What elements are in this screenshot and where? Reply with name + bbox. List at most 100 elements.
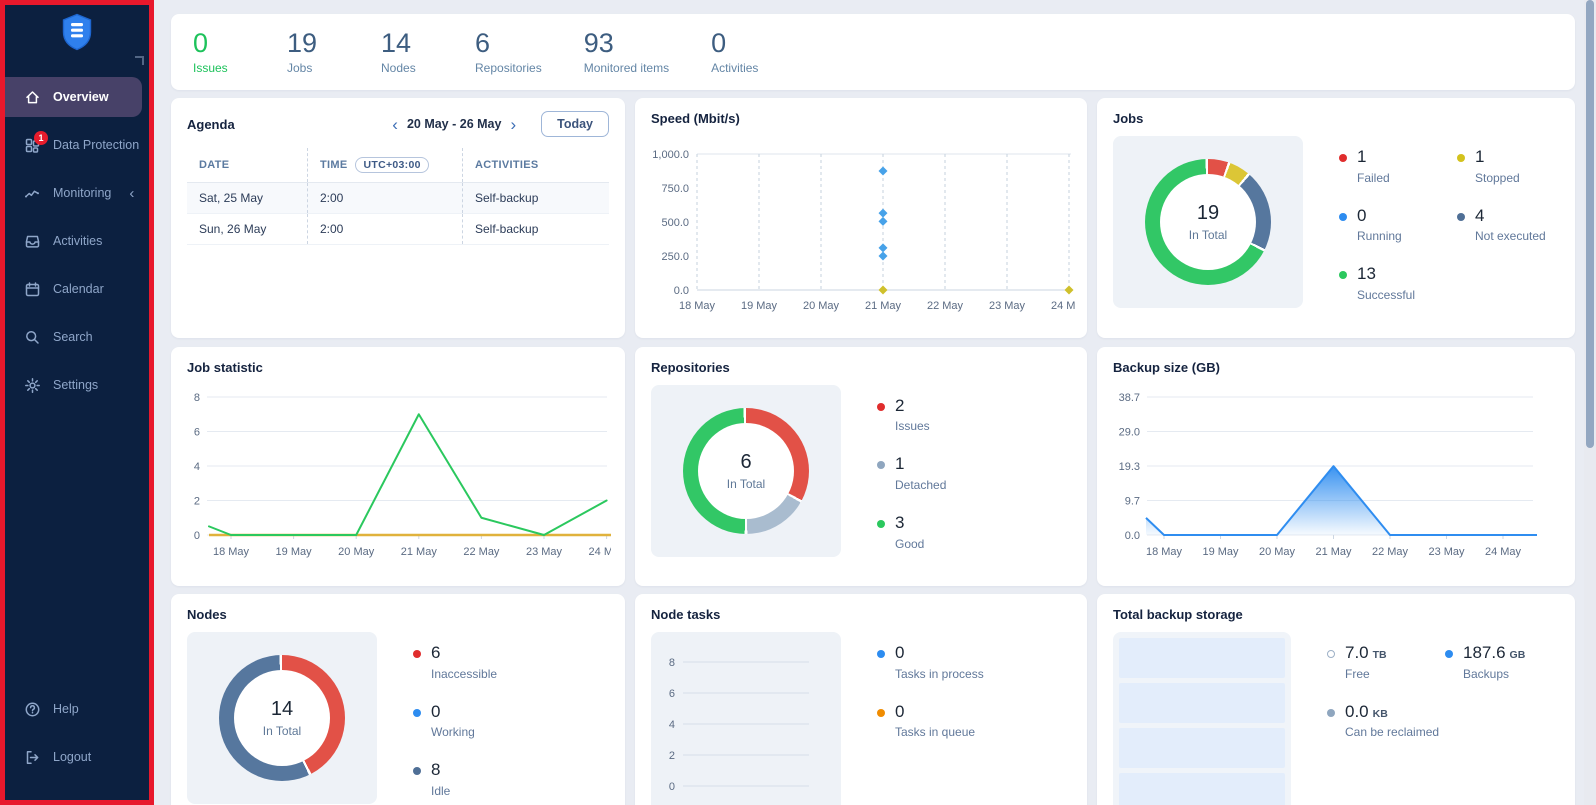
legend-dot-icon [413,650,421,658]
legend-label: Good [895,537,924,551]
sidebar-item-label: Activities [53,234,102,248]
svg-text:2: 2 [194,495,200,507]
legend-entry-tasks-in-queue: 0Tasks in queue [877,703,984,740]
legend-dot-icon [413,767,421,775]
node-tasks-chart: 86420 [651,632,841,805]
sidebar-item-activities[interactable]: Activities [0,221,154,261]
svg-text:18 May: 18 May [213,546,250,558]
svg-text:24 May: 24 May [589,546,611,558]
svg-text:9.7: 9.7 [1125,495,1140,507]
sidebar-item-help[interactable]: Help [0,689,154,729]
legend-dot-icon [1457,154,1465,162]
job-statistic-title: Job statistic [187,360,609,375]
repositories-donut-chart: 6 In Total [683,408,809,534]
stat-label: Monitored items [584,61,669,75]
collapse-sidebar-icon[interactable] [135,56,144,65]
svg-text:500.0: 500.0 [661,217,689,229]
legend-value: 1 [1475,148,1520,167]
legend-label: Not executed [1475,229,1546,243]
sidebar-item-logout[interactable]: Logout [0,737,154,777]
svg-text:19 May: 19 May [276,546,313,558]
svg-text:21 May: 21 May [1315,546,1352,558]
stat-monitored-items[interactable]: 93Monitored items [584,29,669,75]
sidebar-item-data-protection[interactable]: 1Data Protection [0,125,154,165]
legend-value: 0 [1357,207,1402,226]
legend-entry-backups: 187.6GBBackups [1445,644,1525,681]
vertical-scrollbar-track[interactable] [1584,0,1596,805]
stat-nodes[interactable]: 14 Nodes [381,29,433,75]
repositories-card: Repositories 6 In Total 2Issues1Detached… [635,347,1087,586]
node-tasks-card: Node tasks 86420 0Tasks in process0Tasks… [635,594,1087,805]
stat-repositories[interactable]: 6Repositories [475,29,542,75]
chevron-collapse-icon[interactable]: ‹ [129,185,134,202]
legend-label: Working [431,725,475,739]
vertical-scrollbar-thumb[interactable] [1586,0,1594,448]
agenda-row: Sat, 25 May2:00Self-backup [187,183,609,214]
shield-logo-icon [61,13,93,64]
svg-text:0: 0 [669,781,675,793]
svg-text:18 May: 18 May [1146,546,1183,558]
stat-value: 14 [381,29,433,57]
stat-value: 6 [475,29,542,57]
legend-value: 6 [431,644,497,663]
legend-value: 7.0TB [1345,644,1387,663]
stat-issues[interactable]: 0Issues [193,29,245,75]
svg-text:20 May: 20 May [338,546,375,558]
agenda-title: Agenda [187,117,235,132]
backup-size-title: Backup size (GB) [1113,360,1559,375]
sidebar-item-calendar[interactable]: Calendar [0,269,154,309]
home-icon [24,89,41,106]
storage-legend: 7.0TBFree187.6GBBackups0.0KBCan be recla… [1327,644,1525,805]
svg-text:18 May: 18 May [679,300,716,312]
sidebar-item-label: Overview [53,90,109,104]
total-backup-storage-title: Total backup storage [1113,607,1559,622]
svg-text:0.0: 0.0 [674,285,689,297]
stat-jobs[interactable]: 19Jobs [287,29,339,75]
legend-value: 2 [895,397,930,416]
legend-entry-inaccessible: 6Inaccessible [413,644,497,681]
legend-dot-icon [1457,213,1465,221]
sidebar-item-label: Calendar [53,282,104,296]
sidebar-item-search[interactable]: Search [0,317,154,357]
stat-label: Nodes [381,61,433,75]
sidebar-item-monitoring[interactable]: Monitoring ‹ [0,173,154,213]
legend-label: Backups [1463,667,1525,681]
storage-segment [1119,728,1285,768]
svg-text:19 May: 19 May [1202,546,1239,558]
settings-icon [24,377,41,394]
total-backup-storage-card: Total backup storage 7.0TBFree187.6GBBac… [1097,594,1575,805]
legend-entry-issues: 2Issues [877,397,946,434]
svg-text:250.0: 250.0 [661,251,689,263]
sidebar-item-overview[interactable]: Overview [0,77,142,117]
legend-label: Stopped [1475,171,1520,185]
chevron-left-icon[interactable]: ‹ [383,116,407,133]
jobs-total: 19 [1197,202,1219,225]
legend-label: Running [1357,229,1402,243]
svg-text:4: 4 [194,461,200,473]
agenda-date: Sun, 26 May [187,214,308,245]
nodes-total: 14 [271,698,293,721]
legend-dot-icon [1327,709,1335,717]
agenda-table: DATE TIMEUTC+03:00 ACTIVITIES Sat, 25 Ma… [187,148,609,245]
svg-text:23 May: 23 May [1428,546,1465,558]
legend-dot-icon [877,650,885,658]
legend-entry-detached: 1Detached [877,455,946,492]
sidebar-item-label: Data Protection [53,138,139,152]
legend-entry-running: 0 Running [1339,207,1457,244]
stat-activities[interactable]: 0Activities [711,29,763,75]
today-button[interactable]: Today [541,111,609,137]
sidebar-item-settings[interactable]: Settings [0,365,154,405]
app-logo [0,0,154,64]
sidebar-item-label: Monitoring [53,186,111,200]
svg-text:22 May: 22 May [927,300,964,312]
legend-entry-stopped: 1 Stopped [1457,148,1546,185]
svg-text:0.0: 0.0 [1125,530,1140,542]
repositories-total: 6 [740,451,751,474]
svg-text:20 May: 20 May [803,300,840,312]
legend-unit: KB [1373,708,1388,720]
svg-text:20 May: 20 May [1259,546,1296,558]
chevron-right-icon[interactable]: › [501,116,525,133]
nodes-card: Nodes 14 In Total 6Inaccessible0Working8… [171,594,625,805]
svg-text:0: 0 [194,530,200,542]
legend-label: Failed [1357,171,1390,185]
